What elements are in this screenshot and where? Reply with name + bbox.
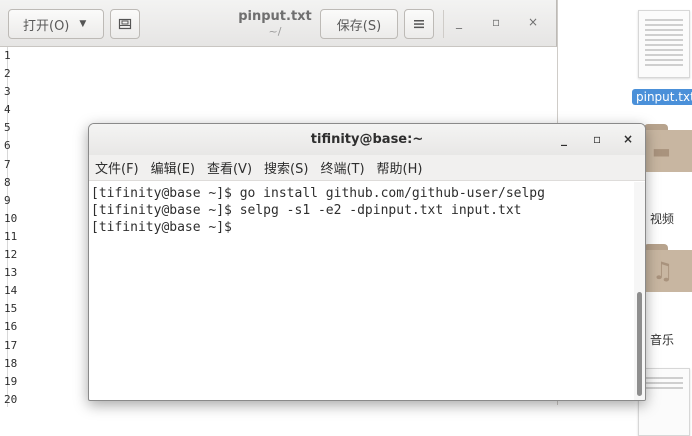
terminal-scrollbar[interactable] <box>634 182 645 400</box>
line-number-gutter: 1 2 3 4 5 6 7 8 9 10 11 12 13 14 15 16 17 18 19 20 <box>0 47 18 407</box>
line-number: 16 <box>4 320 18 334</box>
terminal-titlebar[interactable]: tifinity@base:~ _ ▫ × <box>89 124 645 156</box>
chevron-down-icon: ▼ <box>79 19 87 29</box>
document-open-recent-icon <box>118 18 132 30</box>
terminal-output[interactable]: [tifinity@base ~]$ go install github.com… <box>89 182 633 400</box>
menu-button[interactable] <box>404 9 434 39</box>
recent-documents-button[interactable] <box>110 9 140 39</box>
text-file-icon[interactable] <box>638 10 690 78</box>
line-number: 2 <box>4 67 11 81</box>
line-number: 10 <box>4 211 18 225</box>
gedit-header-bar: 打开(O) ▼ pinput.txt ~/ 保存(S) _ ▫ × <box>0 0 557 47</box>
line-number: 12 <box>4 248 18 262</box>
maximize-button[interactable]: ▫ <box>492 15 500 29</box>
minimize-button[interactable]: _ <box>456 15 462 29</box>
close-button[interactable]: × <box>528 15 538 29</box>
line-number: 8 <box>4 175 11 189</box>
line-number: 3 <box>4 85 11 99</box>
menu-help[interactable]: 帮助(H) <box>377 158 423 177</box>
scrollbar-thumb[interactable] <box>637 292 642 396</box>
desktop-file-label[interactable]: pinput.txt <box>632 89 692 105</box>
minimize-button[interactable]: _ <box>561 132 567 146</box>
open-button[interactable]: 打开(O) ▼ <box>8 9 104 39</box>
line-number: 14 <box>4 284 18 298</box>
line-number: 6 <box>4 139 11 153</box>
line-number: 1 <box>4 49 11 62</box>
header-separator <box>443 10 444 38</box>
menu-search[interactable]: 搜索(S) <box>264 158 308 177</box>
terminal-line: [tifinity@base ~]$ <box>91 220 240 235</box>
maximize-button[interactable]: ▫ <box>593 132 601 146</box>
menu-file[interactable]: 文件(F) <box>95 158 139 177</box>
line-number: 19 <box>4 374 18 388</box>
video-folder-label[interactable]: 视频 <box>650 210 674 227</box>
save-button-label: 保存(S) <box>336 18 382 34</box>
save-button[interactable]: 保存(S) <box>320 9 398 39</box>
terminal-menubar: 文件(F) 编辑(E) 查看(V) 搜索(S) 终端(T) 帮助(H) <box>89 155 645 181</box>
line-number: 15 <box>4 302 18 316</box>
line-number: 13 <box>4 266 18 280</box>
hamburger-icon <box>414 20 424 29</box>
line-number: 20 <box>4 392 18 406</box>
music-folder-label[interactable]: 音乐 <box>650 331 674 348</box>
line-number: 18 <box>4 356 18 370</box>
document-path: ~/ <box>268 25 282 38</box>
line-number: 17 <box>4 338 18 352</box>
terminal-line: [tifinity@base ~]$ selpg -s1 -e2 -dpinpu… <box>91 203 522 218</box>
open-button-label: 打开(O) <box>23 18 70 34</box>
terminal-window: tifinity@base:~ _ ▫ × 文件(F) 编辑(E) 查看(V) … <box>88 123 646 401</box>
line-number: 11 <box>4 229 18 243</box>
line-number: 7 <box>4 157 11 171</box>
menu-terminal[interactable]: 终端(T) <box>320 158 364 177</box>
document-title: pinput.txt <box>238 9 312 24</box>
terminal-line: [tifinity@base ~]$ go install github.com… <box>91 186 545 201</box>
film-icon: ▬ <box>652 139 671 163</box>
gedit-title-block: pinput.txt ~/ <box>230 9 320 38</box>
close-button[interactable]: × <box>623 132 633 146</box>
menu-edit[interactable]: 编辑(E) <box>151 158 195 177</box>
line-number: 4 <box>4 103 11 117</box>
line-number: 9 <box>4 193 11 207</box>
line-number: 5 <box>4 121 11 135</box>
music-note-icon: ♫ <box>652 257 674 285</box>
menu-view[interactable]: 查看(V) <box>207 158 252 177</box>
